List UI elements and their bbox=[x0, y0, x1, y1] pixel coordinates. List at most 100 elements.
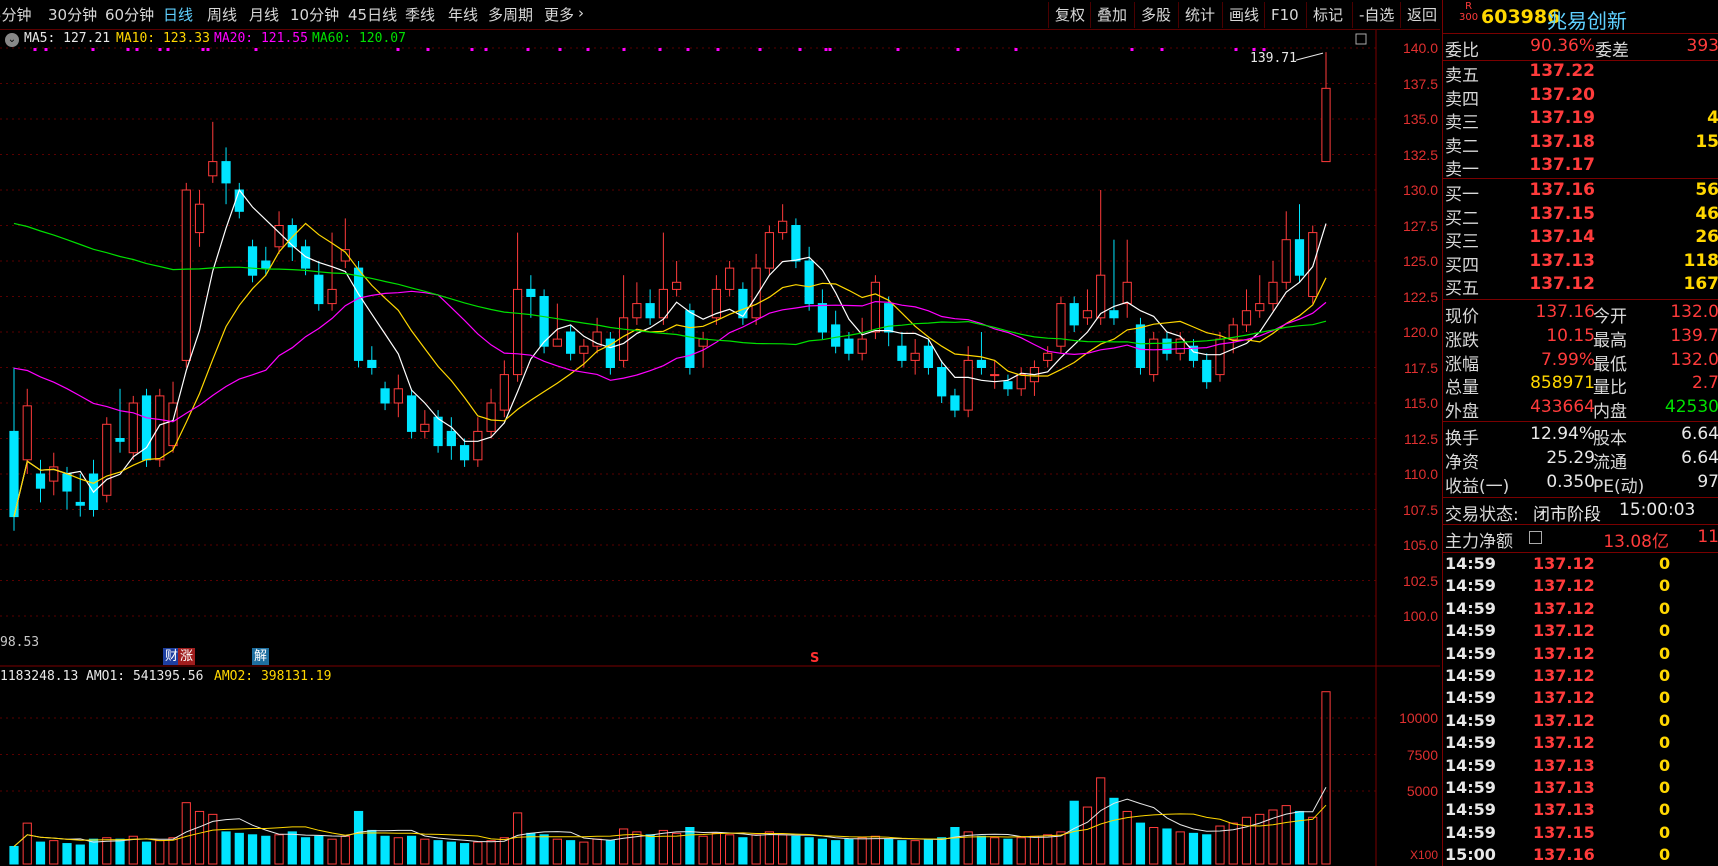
stock-name[interactable]: 兆易创新 bbox=[1547, 5, 1627, 34]
toolbar-button[interactable]: 叠加 bbox=[1090, 2, 1133, 28]
level-price: 137.13 bbox=[1529, 250, 1595, 271]
candle-body bbox=[1162, 338, 1172, 354]
candle-body bbox=[473, 430, 483, 461]
sells-level-row[interactable]: 卖一 137.17 bbox=[1443, 155, 1718, 180]
event-marker-dot bbox=[44, 48, 48, 51]
tick-row[interactable]: 14:59 137.13 0 bbox=[1443, 756, 1718, 778]
sells-level-row[interactable]: 卖五 137.22 bbox=[1443, 61, 1718, 86]
buys-level-row[interactable]: 买四 137.13 118 bbox=[1443, 250, 1718, 276]
indicator-toggle-icon[interactable]: ⌄ bbox=[5, 33, 19, 47]
toolbar-button[interactable]: 标记 bbox=[1306, 2, 1349, 28]
sells-level-row[interactable]: 卖四 137.20 bbox=[1443, 85, 1718, 110]
buys-level-row[interactable]: 买一 137.16 56 bbox=[1443, 180, 1718, 205]
period-tab[interactable]: 月线 bbox=[249, 4, 279, 25]
chevron-right-icon[interactable]: › bbox=[578, 4, 584, 22]
stat-value: 858971 bbox=[1530, 373, 1595, 394]
level-price: 137.16 bbox=[1529, 180, 1595, 200]
period-tab[interactable]: 年线 bbox=[448, 4, 478, 25]
period-tab[interactable]: 更多 bbox=[544, 4, 574, 25]
main-flow-row[interactable]: 主力净额 13.08亿 11 bbox=[1443, 527, 1718, 552]
toolbar-button[interactable]: 返回 bbox=[1400, 2, 1443, 28]
tick-row[interactable]: 14:59 137.12 0 bbox=[1443, 599, 1718, 621]
candle-body bbox=[393, 388, 403, 404]
tick-time: 14:59 bbox=[1445, 710, 1496, 730]
sells-level-row[interactable]: 卖三 137.19 4 bbox=[1443, 108, 1718, 133]
volume-bar bbox=[950, 827, 960, 865]
toolbar-button[interactable]: -自选 bbox=[1352, 2, 1400, 28]
tick-row[interactable]: 14:59 137.12 0 bbox=[1443, 666, 1718, 688]
tick-volume: 0 bbox=[1659, 822, 1671, 842]
volume-bar bbox=[247, 834, 258, 865]
volume-bar bbox=[9, 845, 19, 865]
rise-flag[interactable]: 涨 bbox=[178, 648, 196, 665]
toolbar-button[interactable]: F10 bbox=[1264, 2, 1305, 28]
stat-label: 涨跌 bbox=[1445, 330, 1479, 351]
period-tab[interactable]: 多周期 bbox=[488, 4, 533, 25]
event-marker-dot bbox=[824, 48, 828, 51]
candle-body bbox=[738, 288, 748, 319]
candle-body bbox=[844, 338, 854, 354]
event-marker-dot bbox=[426, 48, 430, 51]
period-tab[interactable]: 季线 bbox=[405, 4, 435, 25]
candle-body bbox=[261, 260, 271, 269]
stat-label: 量比 bbox=[1593, 378, 1627, 399]
unlock-flag[interactable]: 解 bbox=[252, 648, 270, 665]
stat-label: 外盘 bbox=[1445, 402, 1479, 423]
tick-volume: 0 bbox=[1659, 554, 1671, 573]
buys-level-row[interactable]: 买五 137.12 167 bbox=[1443, 274, 1718, 299]
tick-row[interactable]: 14:59 137.12 0 bbox=[1443, 621, 1718, 643]
level-volume: 56 bbox=[1695, 180, 1718, 200]
tick-price: 137.13 bbox=[1533, 778, 1595, 797]
toolbar-button[interactable]: 多股 bbox=[1134, 2, 1177, 28]
period-tab[interactable]: 日线 bbox=[163, 4, 193, 25]
tick-row[interactable]: 14:59 137.12 0 bbox=[1443, 554, 1718, 576]
volume-bar bbox=[1308, 816, 1318, 865]
volume-bar bbox=[990, 837, 1000, 865]
candle-body bbox=[155, 395, 165, 461]
buys-level-row[interactable]: 买三 137.14 26 bbox=[1443, 227, 1718, 252]
signal-s-flag[interactable]: S bbox=[808, 650, 821, 667]
event-marker-dot bbox=[586, 48, 590, 51]
period-tab[interactable]: 10分钟 bbox=[290, 4, 339, 25]
event-marker-dot bbox=[896, 48, 900, 51]
tick-row[interactable]: 15:00 137.16 0 bbox=[1443, 845, 1718, 866]
tick-row[interactable]: 14:59 137.13 0 bbox=[1443, 778, 1718, 800]
kline-chart-svg[interactable] bbox=[0, 30, 1440, 866]
list-icon[interactable] bbox=[1529, 531, 1542, 544]
tick-row[interactable]: 14:59 137.12 0 bbox=[1443, 688, 1718, 710]
period-tab[interactable]: 30分钟 bbox=[48, 4, 97, 25]
toolbar-button[interactable]: 画线 bbox=[1222, 2, 1265, 28]
buys-level-row[interactable]: 买二 137.15 46 bbox=[1443, 204, 1718, 229]
volume-bar bbox=[141, 841, 152, 865]
candle-body bbox=[75, 501, 85, 506]
volume-bar bbox=[128, 835, 138, 865]
tick-row[interactable]: 14:59 137.13 0 bbox=[1443, 800, 1718, 822]
tick-row[interactable]: 14:59 137.12 0 bbox=[1443, 576, 1718, 598]
period-tab[interactable]: 60分钟 bbox=[105, 4, 154, 25]
quote-panel: R 300 603986 兆易创新 委比 90.36% 委差 393 卖五 137… bbox=[1442, 0, 1718, 866]
toolbar-button[interactable]: 统计 bbox=[1178, 2, 1221, 28]
expand-icon bbox=[1355, 33, 1367, 45]
tick-row[interactable]: 14:59 137.12 0 bbox=[1443, 644, 1718, 666]
candle-body bbox=[1202, 359, 1212, 383]
volume-bar bbox=[1188, 832, 1199, 865]
level-label: 卖二 bbox=[1445, 136, 1479, 157]
volume-tick-label: 7500 bbox=[1406, 746, 1438, 763]
tick-row[interactable]: 14:59 137.12 0 bbox=[1443, 711, 1718, 733]
event-marker-dot bbox=[622, 48, 626, 51]
toolbar-button[interactable]: 复权 bbox=[1048, 2, 1091, 28]
sells-level-row[interactable]: 卖二 137.18 15 bbox=[1443, 132, 1718, 157]
kline-chart-area[interactable] bbox=[0, 30, 1440, 866]
trade-status-value: 闭市阶段 bbox=[1533, 505, 1601, 525]
stat-row: 收益(一) 0.350 PE(动) 97 bbox=[1443, 472, 1718, 497]
period-tab[interactable]: 5分钟 bbox=[0, 4, 32, 25]
period-tab[interactable]: 45日线 bbox=[348, 4, 397, 25]
tick-time: 14:59 bbox=[1445, 733, 1496, 753]
candle-body bbox=[923, 345, 934, 369]
candle-body bbox=[672, 281, 682, 290]
tick-row[interactable]: 14:59 137.15 0 bbox=[1443, 823, 1718, 845]
volume-bar bbox=[698, 835, 708, 865]
volume-bar bbox=[49, 840, 59, 865]
tick-row[interactable]: 14:59 137.12 0 bbox=[1443, 733, 1718, 755]
period-tab[interactable]: 周线 bbox=[207, 4, 237, 25]
